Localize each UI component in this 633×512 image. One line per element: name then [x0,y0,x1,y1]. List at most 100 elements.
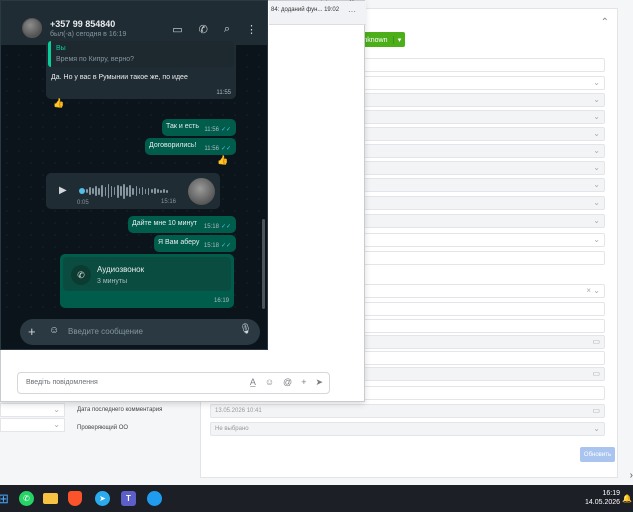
waveform[interactable] [86,182,169,200]
add-icon[interactable]: + [301,377,306,388]
whatsapp-icon[interactable]: ✆ [17,489,36,508]
quote-text: Время по Кипру, верно? [56,56,134,63]
call-message[interactable]: ✆ Аудиозвонок 3 минуты 16:19 [60,254,234,308]
mention-icon[interactable]: @ [283,377,292,388]
brave-icon[interactable] [65,489,84,508]
crm-date-field[interactable]: ▭ [210,404,605,418]
system-clock[interactable]: 16:19 14.05.2026 [585,489,620,507]
play-icon[interactable]: ▶ [59,185,67,196]
telegram-icon[interactable]: ➤ [93,489,112,508]
crm-select[interactable]: ⌄ [0,403,65,417]
read-ticks-icon: ✓✓ [220,243,231,249]
message-input[interactable]: + ☺ Введите сообщение 🎙 [20,319,260,345]
composer-placeholder: Введіть повідомлення [26,379,98,386]
chevron-down-icon: ⌄ [593,95,600,104]
quoted-message[interactable]: Вы Время по Кипру, верно? [48,41,234,67]
message-time: 15:16 [161,199,177,205]
video-call-icon[interactable]: ▭ [172,23,182,36]
call-title: Аудиозвонок [97,265,145,274]
calendar-icon: ▭ [592,369,600,378]
message-text: Дайте мне 10 минут [132,220,198,227]
message-text: Да. Но у вас в Румынии такое же, по идее [51,74,188,81]
microphone-icon[interactable]: 🎙 [239,324,252,335]
status-dropdown-icon[interactable]: ▾ [393,35,405,44]
message-time-status: 11:56 ✓✓ [204,127,231,133]
search-icon[interactable]: ⌕ [224,23,230,36]
edge-icon[interactable] [145,489,164,508]
phone-icon[interactable]: ✆ [199,23,208,36]
call-card[interactable]: ✆ Аудиозвонок 3 минуты [63,257,231,291]
contact-status: был(-а) сегодня в 16:19 [50,31,127,38]
chevron-down-icon: ⌄ [593,78,600,87]
left-select-group: ⌄ ⌄ [0,403,65,433]
collapse-icon[interactable]: ⌃ [601,17,609,28]
more-icon[interactable]: ··· [348,7,356,16]
phone-call-icon: ✆ [71,265,91,285]
send-icon[interactable]: ➤ [315,377,323,388]
playhead[interactable] [79,188,85,194]
chevron-down-icon: ⌄ [593,146,600,155]
header-actions: ▭ ✆ ⌕ ⋮ [172,23,257,36]
avatar[interactable] [22,18,42,38]
crm-select[interactable]: ⌄ [210,422,605,436]
message-time-status: 11:56 ✓✓ [204,146,231,152]
message-time: 11:55 [216,90,231,96]
reaction-thumbs-up-icon[interactable]: 👍 [217,155,228,166]
clock-date: 14.05.2026 [585,499,621,506]
chevron-down-icon: ⌄ [593,112,600,121]
crm-select[interactable]: ⌄ [0,418,65,432]
quote-author: Вы [56,45,66,52]
refresh-button[interactable]: Обновить [580,447,615,462]
file-explorer-icon[interactable] [41,489,60,508]
chevron-down-icon: ⌄ [593,163,600,172]
tab-title[interactable]: 84: доданий фун... 19:02 [271,7,339,13]
field-value: 13.05.2026 10:41 [215,408,262,414]
field-value: Не выбрано [215,426,249,432]
chevron-down-icon: ⌄ [593,235,600,244]
message-time: 16:19 [213,298,229,304]
message-bubble-outgoing[interactable]: Дайте мне 10 минут 15:18 ✓✓ [128,216,236,233]
reaction-thumbs-up-icon[interactable]: 👍 [53,98,64,109]
message-bubble-outgoing[interactable]: Так и есть 11:56 ✓✓ [162,119,236,136]
contact-name: +357 99 854840 [50,19,116,29]
windows-start-icon[interactable]: ⊞ [0,489,13,508]
field-label: Дата последнего комментария [77,407,163,413]
message-time-status: 15:18 ✓✓ [203,243,231,249]
message-time-status: 15:18 ✓✓ [203,224,231,230]
message-bubble-outgoing[interactable]: Я Вам аберу 15:18 ✓✓ [154,235,236,252]
calendar-icon: ▭ [592,406,600,415]
sender-avatar [188,178,215,205]
message-text: Договорились! [149,142,197,149]
chevron-down-icon: ⌄ [53,405,60,414]
clock-time: 16:19 [602,490,621,497]
sticker-icon[interactable]: ☺ [49,325,59,336]
input-placeholder: Введите сообщение [68,327,143,336]
chevron-down-icon: ⌄ [593,198,600,207]
voice-message[interactable]: ▶ 0:05 15:16 [46,173,220,209]
chevron-right-icon[interactable]: › [630,470,633,481]
calendar-icon: ▭ [592,337,600,346]
attach-icon[interactable]: + [28,324,36,339]
whatsapp-window: +357 99 854840 был(-а) сегодня в 16:19 ▭… [0,0,268,350]
chevron-down-icon: ⌄ [593,424,600,433]
menu-icon[interactable]: ⋮ [246,23,257,36]
voice-duration: 0:05 [77,200,89,206]
chevron-down-icon: ⌄ [593,129,600,138]
emoji-icon[interactable]: ☺ [265,377,274,388]
read-ticks-icon: ✓✓ [220,146,231,152]
chevron-down-icon: ⌄ [593,180,600,189]
read-ticks-icon: ✓✓ [220,224,231,230]
notification-icon[interactable]: 🔔 [622,494,632,503]
clear-dropdown-icon: × ⌄ [586,286,600,295]
read-ticks-icon: ✓✓ [220,127,231,133]
chevron-down-icon: ⌄ [593,216,600,225]
chevron-down-icon: ⌄ [53,420,60,429]
message-text: Так и есть [166,123,199,130]
composer[interactable]: Введіть повідомлення A̲ ☺ @ + ➤ [17,372,330,394]
format-icon[interactable]: A̲ [250,377,256,388]
scrollbar[interactable] [262,219,265,309]
teams-icon[interactable]: T [119,489,138,508]
call-duration: 3 минуты [97,278,128,285]
field-label: Проверяющий ОО [77,425,129,431]
message-bubble-outgoing[interactable]: Договорились! 11:56 ✓✓ [145,138,236,155]
